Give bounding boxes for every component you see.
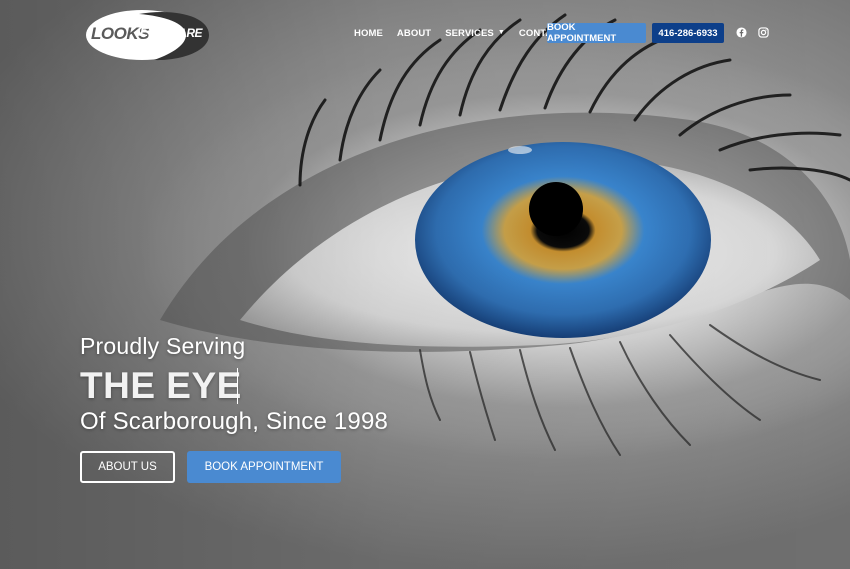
nav-home[interactable]: HOME	[354, 28, 383, 39]
logo-text-care: CARE	[170, 26, 203, 40]
logo-text-amp: &	[160, 27, 167, 38]
instagram-icon[interactable]	[758, 27, 769, 38]
about-us-button[interactable]: ABOUT US	[80, 451, 175, 483]
site-header: LOOKS EYE & CARE HOME ABOUT SERVICES ▼ C…	[0, 0, 850, 66]
facebook-icon[interactable]	[736, 27, 747, 38]
phone-button[interactable]: 416-286-6933	[652, 23, 724, 43]
hero-title: THE EYE	[80, 365, 242, 406]
chevron-down-icon: ▼	[497, 28, 505, 36]
nav-services[interactable]: SERVICES ▼	[445, 28, 505, 39]
logo[interactable]: LOOKS EYE & CARE	[84, 8, 212, 62]
nav-services-label: SERVICES	[445, 27, 494, 39]
book-appointment-hero-button[interactable]: BOOK APPOINTMENT	[187, 451, 341, 483]
book-appointment-nav-button[interactable]: BOOK APPOINTMENT	[547, 22, 646, 44]
main-nav: HOME ABOUT SERVICES ▼ CONTACT	[354, 23, 579, 43]
hero-overlay	[0, 0, 850, 569]
nav-about[interactable]: ABOUT	[397, 28, 431, 39]
typing-cursor	[237, 368, 238, 404]
hero-subtitle: Proudly Serving	[80, 333, 246, 359]
hero-tagline: Of Scarborough, Since 1998	[80, 408, 389, 435]
